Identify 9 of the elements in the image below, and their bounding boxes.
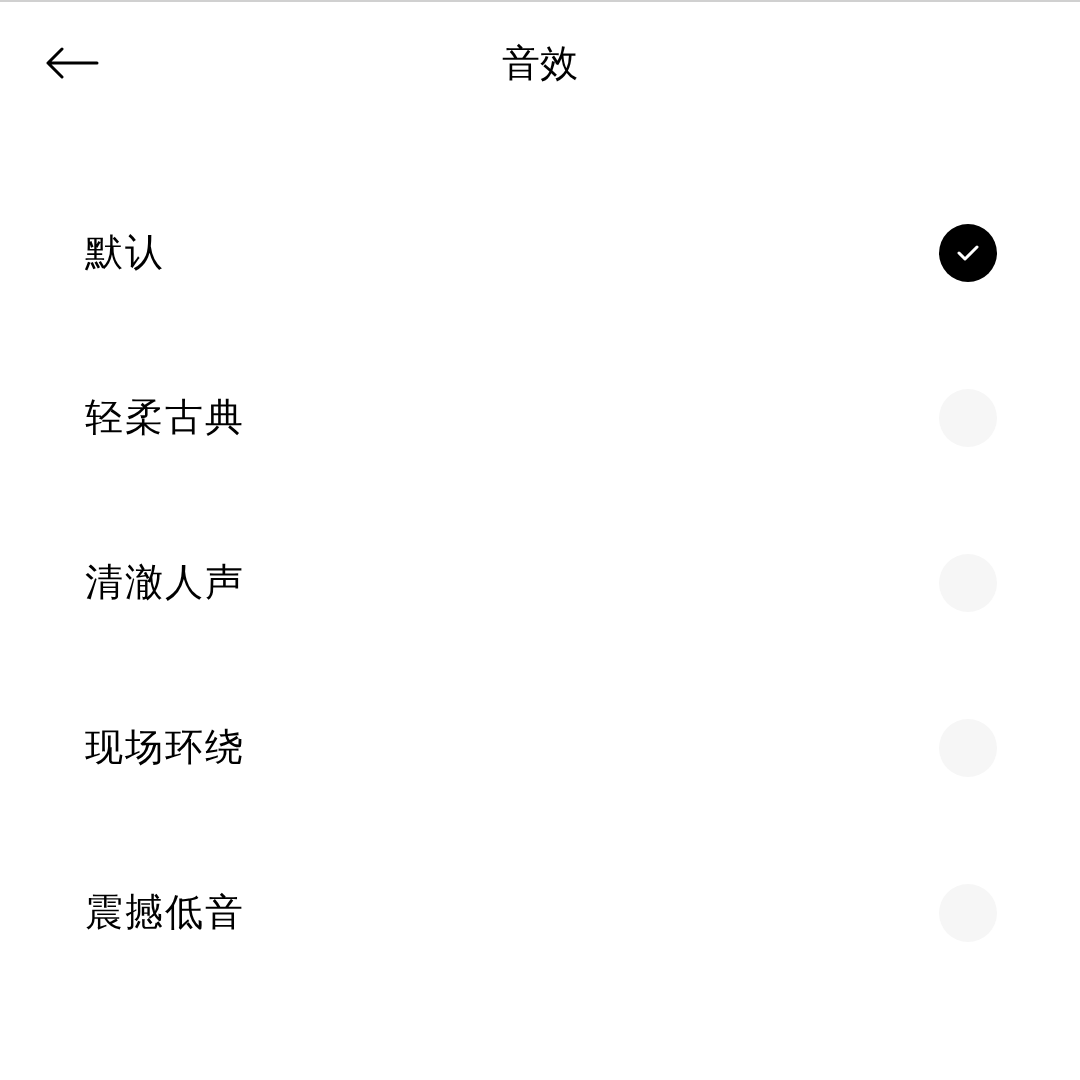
option-label[interactable]: 清澈人声 [85, 557, 245, 608]
checkmark-icon [957, 243, 979, 262]
radio-button[interactable] [939, 223, 997, 282]
option-label[interactable]: 轻柔古典 [85, 392, 245, 443]
option-label[interactable]: 震撼低音 [85, 887, 245, 938]
option-label[interactable]: 现场环绕 [85, 722, 245, 773]
back-arrow-icon [45, 47, 99, 79]
option-label[interactable]: 默认 [85, 227, 165, 278]
page-title: 音效 [502, 39, 578, 87]
